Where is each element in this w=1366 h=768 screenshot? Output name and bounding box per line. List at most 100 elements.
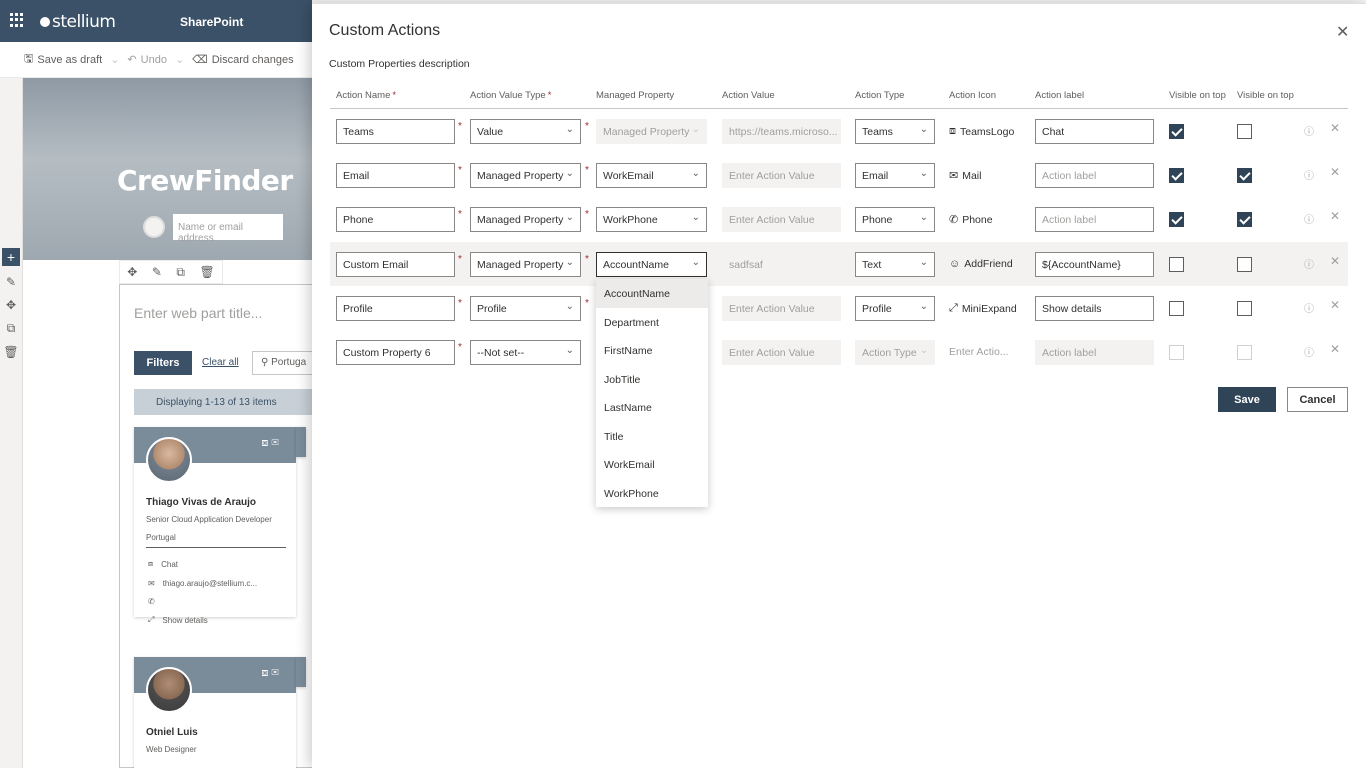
chat-action[interactable]: ⧈ Chat xyxy=(148,559,178,569)
info-icon[interactable]: ⓘ xyxy=(1304,211,1314,226)
visible-on-top-checkbox[interactable] xyxy=(1237,257,1252,272)
delete-row-icon[interactable]: ✕ xyxy=(1330,254,1340,268)
cancel-button[interactable]: Cancel xyxy=(1287,387,1348,412)
action-type-select[interactable]: Profile ⌄ xyxy=(855,296,935,321)
dropdown-option[interactable]: WorkPhone xyxy=(596,479,708,508)
dropdown-option[interactable]: FirstName xyxy=(596,336,708,365)
managed-property-select[interactable]: AccountName ⌄ xyxy=(596,252,707,277)
dropdown-option[interactable]: WorkEmail xyxy=(596,450,708,479)
person-card[interactable] xyxy=(296,427,306,457)
mini-expand-icon: ⤢ xyxy=(949,302,958,314)
dropdown-option[interactable]: JobTitle xyxy=(596,365,708,394)
visible-on-top-checkbox[interactable] xyxy=(1169,301,1184,316)
email-action[interactable]: ✉ thiago.araujo@stellium.c... xyxy=(148,579,257,588)
action-label-input[interactable]: Show details xyxy=(1035,296,1154,321)
person-job-title: Web Designer xyxy=(146,745,197,754)
move-icon[interactable]: ✥ xyxy=(6,298,16,312)
action-label-input[interactable]: Action label xyxy=(1035,163,1154,188)
action-label-input[interactable]: Chat xyxy=(1035,119,1154,144)
action-name-input[interactable]: Phone xyxy=(336,207,455,232)
action-name-input[interactable]: Custom Property 6 xyxy=(336,340,455,365)
undo-button[interactable]: ↶ Undo xyxy=(127,53,167,67)
add-section-icon[interactable]: + xyxy=(2,248,20,266)
action-value-type-select[interactable]: Profile ⌄ xyxy=(470,296,581,321)
action-type-select[interactable]: Text ⌄ xyxy=(855,252,935,277)
delete-icon[interactable]: 🗑 xyxy=(200,265,215,279)
delete-row-icon[interactable]: ✕ xyxy=(1330,121,1340,135)
action-value-input: Enter Action Value xyxy=(722,296,841,321)
visible-on-top-checkbox[interactable] xyxy=(1237,212,1252,227)
action-type-select[interactable]: Email ⌄ xyxy=(855,163,935,188)
action-label-input[interactable]: Action label xyxy=(1035,207,1154,232)
sharepoint-title[interactable]: SharePoint xyxy=(180,15,243,29)
action-icon-cell[interactable]: ⧈ TeamsLogo xyxy=(949,125,1014,138)
chevron-down-icon[interactable]: ⌄ xyxy=(110,53,119,66)
mail-icon: ✉ xyxy=(949,170,959,182)
app-launcher-icon[interactable] xyxy=(10,13,24,27)
duplicate-icon[interactable]: ⧉ xyxy=(176,265,185,280)
delete-icon[interactable]: 🗑 xyxy=(3,345,18,359)
phone-action[interactable]: ✆ xyxy=(148,597,155,606)
edit-icon[interactable]: ✎ xyxy=(152,265,162,279)
managed-property-select[interactable]: WorkPhone ⌄ xyxy=(596,207,707,232)
visible-on-top-checkbox[interactable] xyxy=(1169,168,1184,183)
webpart-title-input[interactable]: Enter web part title... xyxy=(134,305,262,321)
delete-row-icon[interactable]: ✕ xyxy=(1330,342,1340,356)
move-icon[interactable]: ✥ xyxy=(127,265,137,279)
managed-property-dropdown: AccountName Department FirstName JobTitl… xyxy=(596,279,708,507)
action-name-input[interactable]: Custom Email xyxy=(336,252,455,277)
managed-property-select[interactable]: WorkEmail ⌄ xyxy=(596,163,707,188)
action-value-type-select[interactable]: Managed Property ⌄ xyxy=(470,163,581,188)
delete-row-icon[interactable]: ✕ xyxy=(1330,165,1340,179)
duplicate-icon[interactable]: ⧉ xyxy=(7,321,16,336)
delete-row-icon[interactable]: ✕ xyxy=(1330,209,1340,223)
action-value-type-select[interactable]: --Not set-- ⌄ xyxy=(470,340,581,365)
people-search-input[interactable]: Name or email address xyxy=(173,214,283,244)
expand-icon: ⤢ xyxy=(148,615,155,624)
action-name-input[interactable]: Profile xyxy=(336,296,455,321)
edit-section-icon[interactable]: ✎ xyxy=(6,275,16,289)
save-button[interactable]: Save xyxy=(1218,387,1276,412)
dropdown-option[interactable]: LastName xyxy=(596,393,708,422)
dropdown-option[interactable]: Department xyxy=(596,308,708,337)
visible-on-top-checkbox[interactable] xyxy=(1237,301,1252,316)
delete-row-icon[interactable]: ✕ xyxy=(1330,298,1340,312)
visible-on-top-checkbox[interactable] xyxy=(1169,257,1184,272)
action-icon-cell[interactable]: ✆ Phone xyxy=(949,213,993,227)
person-photo xyxy=(146,437,192,483)
action-icon-cell[interactable]: ⤢ MiniExpand xyxy=(949,302,1017,315)
close-icon[interactable]: ✕ xyxy=(1336,22,1349,42)
show-details-action[interactable]: ⤢ Show details xyxy=(148,615,208,625)
action-icon-cell[interactable]: ✉ Mail xyxy=(949,169,981,183)
person-card[interactable]: ⧈✉ Thiago Vivas de Araujo Senior Cloud A… xyxy=(134,427,296,625)
action-value-type-select[interactable]: Managed Property ⌄ xyxy=(470,207,581,232)
info-icon[interactable]: ⓘ xyxy=(1304,300,1314,315)
action-value-type-select[interactable]: Managed Property ⌄ xyxy=(470,252,581,277)
chevron-down-icon[interactable]: ⌄ xyxy=(175,53,184,66)
visible-on-top-checkbox[interactable] xyxy=(1237,168,1252,183)
visible-on-top-checkbox[interactable] xyxy=(1169,212,1184,227)
visible-on-top-checkbox[interactable] xyxy=(1169,124,1184,139)
info-icon[interactable]: ⓘ xyxy=(1304,256,1314,271)
dropdown-option[interactable]: AccountName xyxy=(596,279,708,308)
dropdown-option[interactable]: Title xyxy=(596,422,708,451)
action-label-input[interactable]: ${AccountName} xyxy=(1035,252,1154,277)
person-card[interactable]: ⧈✉ Otniel Luis Web Designer xyxy=(134,657,296,768)
action-name-input[interactable]: Email xyxy=(336,163,455,188)
save-draft-button[interactable]: 🖫 Save as draft xyxy=(24,50,102,69)
person-card[interactable] xyxy=(296,657,306,687)
info-icon[interactable]: ⓘ xyxy=(1304,167,1314,182)
clear-all-link[interactable]: Clear all xyxy=(202,357,239,368)
action-type-select[interactable]: Teams ⌄ xyxy=(855,119,935,144)
filters-button[interactable]: Filters xyxy=(134,351,192,375)
action-icon-cell[interactable]: ☺ AddFriend xyxy=(949,258,1013,270)
action-name-input[interactable]: Teams xyxy=(336,119,455,144)
action-label-input: Action label xyxy=(1035,340,1154,365)
info-icon[interactable]: ⓘ xyxy=(1304,123,1314,138)
action-value-type-select[interactable]: Value ⌄ xyxy=(470,119,581,144)
visible-on-top-checkbox[interactable] xyxy=(1237,124,1252,139)
info-icon[interactable]: ⓘ xyxy=(1304,344,1314,359)
filter-search-input[interactable]: ⚲ Portuga xyxy=(252,351,314,375)
action-type-select[interactable]: Phone ⌄ xyxy=(855,207,935,232)
discard-changes-button[interactable]: ⌫ Discard changes xyxy=(192,53,294,67)
